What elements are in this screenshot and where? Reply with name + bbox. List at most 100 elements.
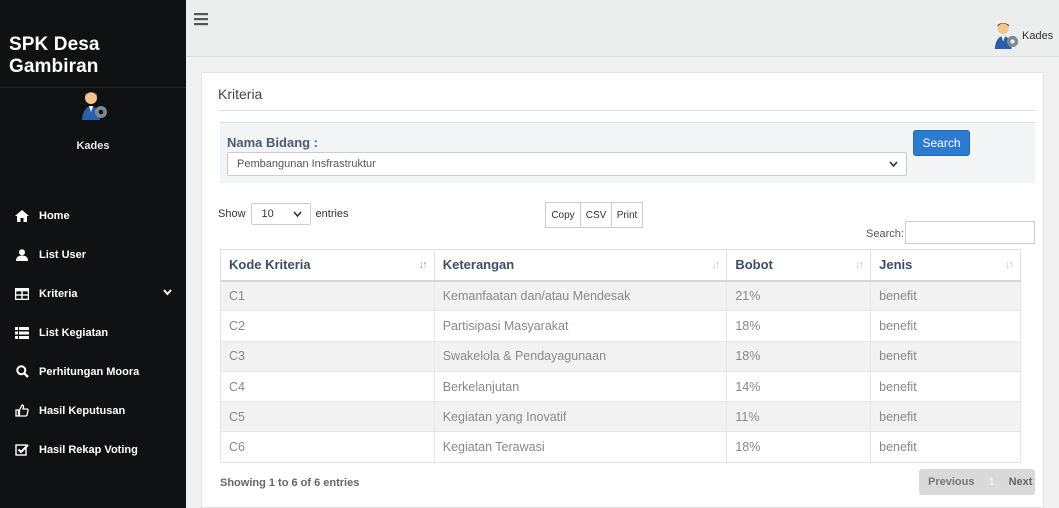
thumbs-up-icon bbox=[13, 404, 31, 418]
previous-button[interactable]: Previous bbox=[928, 476, 974, 488]
sidebar-item-hasil-rekap-voting[interactable]: Hasil Rekap Voting bbox=[0, 430, 186, 469]
entries-length-select[interactable]: 10 bbox=[250, 203, 311, 225]
search-button[interactable]: Search bbox=[913, 130, 970, 156]
sidebar-item-list-kegiatan[interactable]: List Kegiatan bbox=[0, 313, 186, 352]
cell-jenis: benefit bbox=[870, 279, 1021, 312]
table-info: Showing 1 to 6 of 6 entries bbox=[220, 477, 360, 489]
column-header-bobot[interactable]: Bobot ↓↑ bbox=[726, 249, 872, 282]
cell-jenis: benefit bbox=[870, 370, 1021, 403]
sidebar-item-label: List Kegiatan bbox=[39, 326, 109, 339]
table-search-input[interactable] bbox=[905, 221, 1035, 244]
brand[interactable]: SPK Desa Gambiran bbox=[0, 0, 186, 88]
sort-icon: ↓↑ bbox=[1005, 259, 1014, 271]
cell-keterangan: Kemanfaatan dan/atau Mendesak bbox=[433, 279, 728, 312]
sort-icon: ↓↑ bbox=[855, 259, 864, 271]
cell-kode: C1 bbox=[220, 279, 435, 312]
cell-keterangan: Swakelola & Pendayagunaan bbox=[433, 340, 728, 372]
page-1-button[interactable]: 1 bbox=[988, 476, 994, 488]
sidebar: SPK Desa Gambiran Kades Home List User K… bbox=[0, 0, 186, 508]
chevron-down-icon bbox=[889, 159, 898, 171]
home-icon bbox=[13, 209, 31, 223]
sidebar-username: Kades bbox=[76, 140, 110, 152]
divider bbox=[218, 110, 1035, 111]
cell-jenis: benefit bbox=[870, 431, 1021, 463]
cell-keterangan: Kegiatan yang Inovatif bbox=[433, 401, 728, 433]
next-button[interactable]: Next bbox=[1009, 476, 1033, 488]
cell-kode: C2 bbox=[220, 310, 435, 342]
sort-asc-icon: ↓↑ bbox=[418, 259, 428, 271]
copy-button[interactable]: Copy bbox=[545, 202, 581, 228]
sidebar-item-kriteria[interactable]: Kriteria bbox=[0, 274, 186, 313]
cell-jenis: benefit bbox=[870, 340, 1021, 372]
sidebar-item-label: List User bbox=[39, 248, 87, 261]
check-square-icon bbox=[13, 443, 31, 457]
user-icon bbox=[13, 248, 31, 262]
sidebar-item-perhitungan-moora[interactable]: Perhitungan Moora bbox=[0, 352, 186, 391]
cell-jenis: benefit bbox=[870, 401, 1021, 433]
sidebar-item-label: Hasil Rekap Voting bbox=[39, 443, 138, 456]
sidebar-item-list-user[interactable]: List User bbox=[0, 235, 186, 274]
cell-bobot: 18% bbox=[726, 431, 872, 463]
cell-bobot: 21% bbox=[726, 279, 872, 312]
cell-bobot: 18% bbox=[726, 340, 872, 372]
cell-keterangan: Berkelanjutan bbox=[433, 370, 728, 403]
sort-icon: ↓↑ bbox=[711, 259, 720, 271]
chevron-down-icon bbox=[292, 209, 302, 221]
column-header-label: Keterangan bbox=[442, 257, 515, 273]
sidebar-item-label: Perhitungan Moora bbox=[39, 365, 140, 378]
topbar: Kades bbox=[186, 0, 1059, 57]
cell-keterangan: Partisipasi Masyarakat bbox=[433, 310, 728, 342]
sidebar-item-home[interactable]: Home bbox=[0, 196, 186, 235]
hamburger-menu-icon[interactable] bbox=[194, 12, 208, 26]
cell-kode: C4 bbox=[220, 370, 435, 403]
table-icon bbox=[13, 287, 31, 301]
table-row: C3 Swakelola & Pendayagunaan 18% benefit bbox=[220, 340, 1021, 372]
chevron-down-icon bbox=[163, 287, 172, 299]
show-entries: Show 10 entries bbox=[218, 203, 349, 225]
sidebar-item-label: Home bbox=[39, 209, 70, 222]
export-buttons: Copy CSV Print bbox=[545, 202, 643, 228]
entries-label: entries bbox=[315, 208, 349, 220]
table-row: C1 Kemanfaatan dan/atau Mendesak 21% ben… bbox=[220, 279, 1021, 312]
bidang-select[interactable]: Pembangunan Insfrastruktur bbox=[227, 152, 907, 176]
sidebar-item-label: Kriteria bbox=[39, 287, 78, 300]
column-header-label: Jenis bbox=[879, 257, 913, 273]
filter-label: Nama Bidang : bbox=[227, 135, 319, 150]
list-icon bbox=[13, 326, 31, 340]
cell-kode: C5 bbox=[220, 401, 435, 433]
sidebar-menu: Home List User Kriteria List Kegiatan Pe… bbox=[0, 196, 186, 469]
kriteria-table: Kode Kriteria ↓↑ Keterangan ↓↑ Bobot ↓↑ … bbox=[220, 249, 1021, 463]
topbar-username[interactable]: Kades bbox=[1022, 30, 1053, 42]
sidebar-item-hasil-keputusan[interactable]: Hasil Keputusan bbox=[0, 391, 186, 430]
cell-bobot: 14% bbox=[726, 370, 872, 403]
filter-box: Nama Bidang : Pembangunan Insfrastruktur… bbox=[220, 122, 1035, 183]
bidang-select-value: Pembangunan Insfrastruktur bbox=[237, 158, 376, 170]
csv-button[interactable]: CSV bbox=[581, 202, 612, 228]
table-row: C4 Berkelanjutan 14% benefit bbox=[220, 370, 1021, 403]
table-row: C2 Partisipasi Masyarakat 18% benefit bbox=[220, 310, 1021, 342]
pagination: Previous 1 Next bbox=[919, 469, 1035, 495]
cell-kode: C3 bbox=[220, 340, 435, 372]
brand-title[interactable]: SPK Desa Gambiran bbox=[9, 34, 186, 78]
user-avatar-icon bbox=[82, 92, 107, 120]
column-header-kode-kriteria[interactable]: Kode Kriteria ↓↑ bbox=[220, 249, 435, 282]
main-panel: Kriteria Nama Bidang : Pembangunan Insfr… bbox=[201, 72, 1044, 508]
search-icon bbox=[13, 365, 31, 379]
cell-bobot: 18% bbox=[726, 310, 872, 342]
column-header-label: Bobot bbox=[735, 257, 773, 273]
user-avatar-icon[interactable] bbox=[992, 20, 1020, 50]
cell-keterangan: Kegiatan Terawasi bbox=[433, 431, 728, 463]
entries-length-value: 10 bbox=[261, 208, 274, 220]
cell-bobot: 11% bbox=[726, 401, 872, 433]
show-label: Show bbox=[218, 208, 246, 220]
table-row: C5 Kegiatan yang Inovatif 11% benefit bbox=[220, 401, 1021, 433]
column-header-label: Kode Kriteria bbox=[229, 257, 311, 273]
print-button[interactable]: Print bbox=[612, 202, 643, 228]
sidebar-item-label: Hasil Keputusan bbox=[39, 404, 126, 417]
cell-jenis: benefit bbox=[870, 310, 1021, 342]
table-row: C6 Kegiatan Terawasi 18% benefit bbox=[220, 431, 1021, 463]
column-header-jenis[interactable]: Jenis ↓↑ bbox=[870, 249, 1021, 282]
cell-kode: C6 bbox=[220, 431, 435, 463]
column-header-keterangan[interactable]: Keterangan ↓↑ bbox=[433, 249, 728, 282]
table-search-label: Search: bbox=[866, 228, 904, 240]
